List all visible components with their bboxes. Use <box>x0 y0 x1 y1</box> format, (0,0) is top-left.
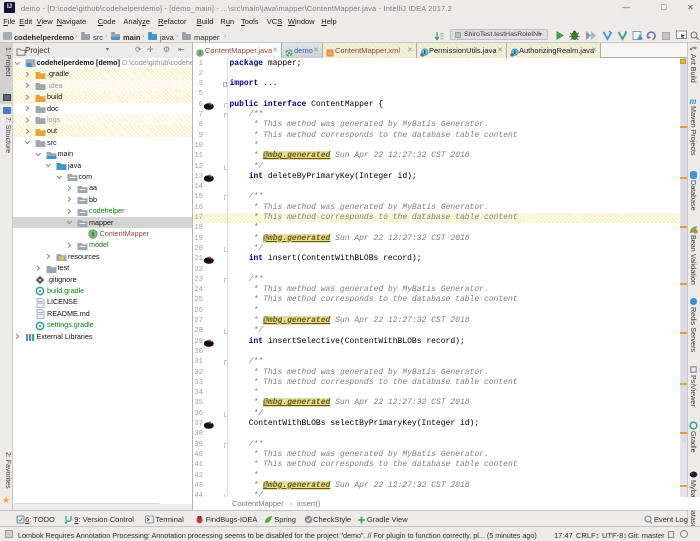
svg-text:m: m <box>690 96 697 105</box>
svg-text:‹›: ‹› <box>328 50 332 56</box>
